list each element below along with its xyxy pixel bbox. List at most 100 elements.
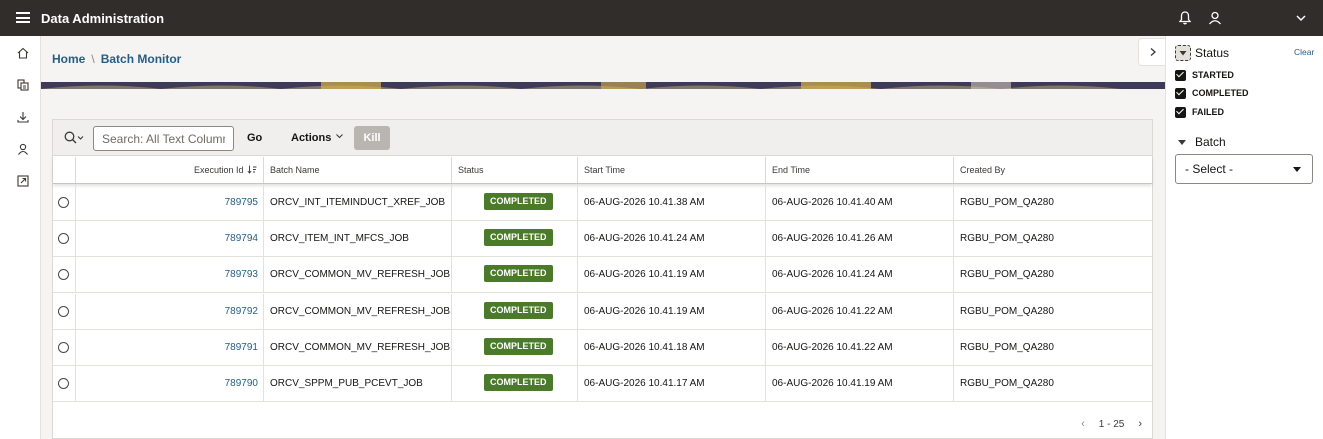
column-header-status[interactable]: Status xyxy=(451,157,577,183)
start-time-cell: 06-AUG-2026 10.41.24 AM xyxy=(577,221,765,258)
start-time-cell: 06-AUG-2026 10.41.19 AM xyxy=(577,257,765,294)
search-input[interactable] xyxy=(93,126,234,151)
user-icon[interactable] xyxy=(16,142,30,156)
table-row[interactable]: 789790 ORCV_SPPM_PUB_PCEVT_JOB COMPLETED 06… xyxy=(53,366,1152,402)
left-navigation xyxy=(0,36,41,439)
status-badge: COMPLETED xyxy=(484,301,553,319)
execution-id-link[interactable]: 789791 xyxy=(75,329,263,366)
execution-id-link[interactable]: 789794 xyxy=(75,221,263,258)
triangle-down-icon xyxy=(1178,139,1186,145)
status-option-label: FAILED xyxy=(1192,107,1225,117)
status-cell: COMPLETED xyxy=(451,257,577,294)
main-content: Home \ Batch Monitor Go Actions Kill Exe xyxy=(41,36,1165,439)
table-row[interactable]: 789795 ORCV_INT_ITEMINDUCT_XREF_JOB COMPLE… xyxy=(53,185,1152,221)
clear-facets-link[interactable]: Clear xyxy=(1294,47,1314,57)
start-time-cell: 06-AUG-2026 10.41.18 AM xyxy=(577,329,765,366)
status-option-label: COMPLETED xyxy=(1192,88,1249,98)
created-by-cell: RGBU_POM_QA280 xyxy=(953,257,1152,294)
home-icon[interactable] xyxy=(16,46,30,60)
notifications-bell-icon[interactable] xyxy=(1177,10,1193,26)
next-page-icon[interactable]: › xyxy=(1138,418,1142,430)
checkbox-checked[interactable] xyxy=(1175,69,1186,81)
execution-id-link[interactable]: 789793 xyxy=(75,257,263,294)
status-facet-toggle[interactable] xyxy=(1175,45,1191,61)
row-select-radio[interactable] xyxy=(58,269,69,281)
status-cell: COMPLETED xyxy=(451,329,577,366)
status-option-label: STARTED xyxy=(1192,70,1234,80)
column-header-batch-name[interactable]: Batch Name xyxy=(263,157,451,183)
sort-descending-icon xyxy=(247,165,257,174)
end-time-cell: 06-AUG-2026 10.41.40 AM xyxy=(765,185,953,221)
execution-id-link[interactable]: 789790 xyxy=(75,366,263,402)
collapse-panel-button[interactable] xyxy=(1138,38,1165,66)
breadcrumb-home-link[interactable]: Home xyxy=(52,52,85,66)
execution-id-link[interactable]: 789795 xyxy=(75,185,263,221)
status-facet-header: Status xyxy=(1175,45,1229,61)
facets-panel: Status Clear STARTED COMPLETED FAILED Ba… xyxy=(1165,36,1323,439)
table-row[interactable]: 789792 ORCV_COMMON_MV_REFRESH_JOB COMPLETE… xyxy=(53,293,1152,330)
created-by-cell: RGBU_POM_QA280 xyxy=(953,221,1152,258)
kill-button: Kill xyxy=(354,126,390,150)
batch-facet-header[interactable]: Batch xyxy=(1178,135,1226,149)
batch-facet-title: Batch xyxy=(1195,135,1226,149)
chevron-down-icon[interactable] xyxy=(1293,10,1309,26)
column-header-start-time[interactable]: Start Time xyxy=(577,157,765,183)
go-button[interactable]: Go xyxy=(239,127,270,150)
row-select-radio[interactable] xyxy=(58,305,69,317)
batch-select[interactable]: - Select - xyxy=(1175,154,1313,184)
download-icon[interactable] xyxy=(16,110,30,124)
checkbox-checked[interactable] xyxy=(1175,106,1186,118)
created-by-cell: RGBU_POM_QA280 xyxy=(953,293,1152,330)
hamburger-menu-icon[interactable] xyxy=(16,12,30,23)
created-by-cell: RGBU_POM_QA280 xyxy=(953,185,1152,221)
breadcrumb: Home \ Batch Monitor xyxy=(52,52,181,66)
created-by-cell: RGBU_POM_QA280 xyxy=(953,366,1152,402)
row-select-radio[interactable] xyxy=(58,341,69,353)
pagination-range: 1 - 25 xyxy=(1098,418,1125,430)
batch-select-value: - Select - xyxy=(1185,162,1234,176)
status-cell: COMPLETED xyxy=(451,366,577,402)
interactive-report: Go Actions Kill Execution Id Batch Name … xyxy=(52,119,1153,439)
column-header-end-time[interactable]: End Time xyxy=(765,157,953,183)
status-option-started[interactable]: STARTED xyxy=(1175,68,1234,82)
checkbox-checked[interactable] xyxy=(1175,87,1186,99)
created-by-cell: RGBU_POM_QA280 xyxy=(953,329,1152,366)
batch-name-cell: ORCV_COMMON_MV_REFRESH_JOB xyxy=(263,293,451,330)
batch-name-cell: ORCV_COMMON_MV_REFRESH_JOB xyxy=(263,257,451,294)
documents-icon[interactable] xyxy=(16,78,30,92)
execution-id-link[interactable]: 789792 xyxy=(75,293,263,330)
start-time-cell: 06-AUG-2026 10.41.38 AM xyxy=(577,185,765,221)
external-link-icon[interactable] xyxy=(16,174,30,188)
status-badge: COMPLETED xyxy=(484,337,553,355)
search-column-menu-icon[interactable] xyxy=(63,129,85,147)
top-bar: Data Administration xyxy=(0,0,1323,36)
end-time-cell: 06-AUG-2026 10.41.22 AM xyxy=(765,293,953,330)
status-facet-title: Status xyxy=(1195,46,1230,60)
batch-name-cell: ORCV_ITEM_INT_MFCS_JOB xyxy=(263,221,451,258)
breadcrumb-current[interactable]: Batch Monitor xyxy=(101,52,182,66)
table-row[interactable]: 789794 ORCV_ITEM_INT_MFCS_JOB COMPLETED 06-… xyxy=(53,221,1152,258)
actions-menu-button[interactable]: Actions xyxy=(285,127,349,150)
user-profile-icon[interactable] xyxy=(1207,10,1223,26)
row-select-radio[interactable] xyxy=(58,233,69,245)
row-select-radio[interactable] xyxy=(58,378,69,389)
batch-name-cell: ORCV_INT_ITEMINDUCT_XREF_JOB xyxy=(263,185,451,221)
batch-name-cell: ORCV_COMMON_MV_REFRESH_JOB xyxy=(263,329,451,366)
column-header-created-by[interactable]: Created By xyxy=(953,157,1152,183)
status-badge: COMPLETED xyxy=(484,229,553,247)
pagination: ‹ 1 - 25 › xyxy=(1081,418,1142,430)
actions-label: Actions xyxy=(291,132,332,144)
breadcrumb-region: Home \ Batch Monitor xyxy=(41,36,1165,82)
chevron-down-icon xyxy=(336,134,344,139)
row-select-radio[interactable] xyxy=(58,197,69,208)
decorative-banner xyxy=(41,82,1165,89)
status-option-completed[interactable]: COMPLETED xyxy=(1175,86,1249,100)
table-row[interactable]: 789793 ORCV_COMMON_MV_REFRESH_JOB COMPLETE… xyxy=(53,257,1152,294)
dropdown-caret-icon xyxy=(1293,167,1301,172)
previous-page-icon[interactable]: ‹ xyxy=(1081,418,1085,430)
column-header-execution-id[interactable]: Execution Id xyxy=(75,157,263,183)
end-time-cell: 06-AUG-2026 10.41.26 AM xyxy=(765,221,953,258)
status-cell: COMPLETED xyxy=(451,221,577,258)
table-row[interactable]: 789791 ORCV_COMMON_MV_REFRESH_JOB COMPLETE… xyxy=(53,329,1152,366)
status-option-failed[interactable]: FAILED xyxy=(1175,105,1224,119)
